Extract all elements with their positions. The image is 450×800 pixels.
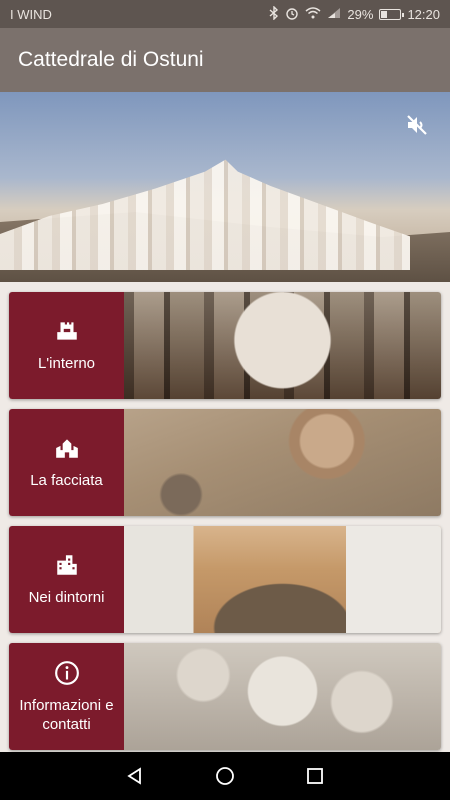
card-dintorni[interactable]: Nei dintorni [9, 526, 441, 633]
card-interno[interactable]: L'interno [9, 292, 441, 399]
card-label: Informazioni e contatti [19, 696, 114, 733]
church-icon [55, 439, 78, 458]
page-title: Cattedrale di Ostuni [18, 48, 204, 71]
card-label: Nei dintorni [28, 589, 105, 606]
menu-cards: L'interno La facciata Nei dintorni Infor… [9, 292, 441, 760]
recents-icon[interactable] [301, 762, 329, 790]
card-label-box: La facciata [9, 409, 124, 516]
bluetooth-icon [269, 4, 279, 23]
relief-photo [124, 643, 441, 750]
system-nav-bar [0, 752, 450, 800]
app-bar: Cattedrale di Ostuni [0, 28, 450, 92]
card-label-box: Informazioni e contatti [9, 643, 124, 750]
battery-icon [379, 8, 405, 20]
hero-video[interactable] [0, 92, 450, 282]
volume-off-icon[interactable] [404, 112, 430, 138]
city-icon [56, 555, 77, 575]
surroundings-photo [124, 526, 441, 633]
card-label-box: L'interno [9, 292, 124, 399]
card-informazioni[interactable]: Informazioni e contatti [9, 643, 441, 750]
info-icon [54, 660, 79, 685]
castle-icon [56, 322, 77, 340]
back-icon[interactable] [121, 762, 149, 790]
card-facciata[interactable]: La facciata [9, 409, 441, 516]
status-bar: I WIND 29% 12:20 [0, 0, 450, 28]
card-label: L'interno [37, 355, 96, 372]
card-label: La facciata [30, 472, 103, 489]
battery-percent: 29% [347, 6, 374, 22]
status-icons: 29% 12:20 [269, 4, 440, 23]
alarm-icon [285, 6, 299, 23]
facade-photo [124, 409, 441, 516]
home-icon[interactable] [211, 762, 239, 790]
wifi-icon [305, 6, 321, 22]
clock: 12:20 [407, 6, 440, 22]
card-label-box: Nei dintorni [9, 526, 124, 633]
interior-photo [124, 292, 441, 399]
hero-town [0, 159, 410, 270]
carrier-label: I WIND [10, 6, 52, 22]
signal-icon [327, 7, 341, 22]
